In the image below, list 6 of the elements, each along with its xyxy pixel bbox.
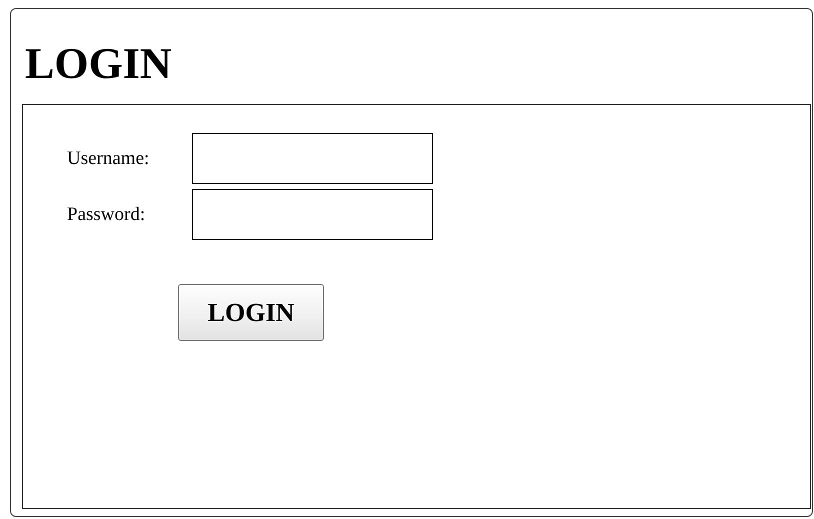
input-field[interactable] bbox=[192, 133, 433, 184]
login-button[interactable]: LOGIN bbox=[178, 284, 324, 341]
field-label: Password: bbox=[67, 204, 146, 226]
field-label: Username: bbox=[67, 148, 150, 170]
input-field[interactable] bbox=[192, 189, 433, 240]
page-title: LOGIN bbox=[25, 38, 173, 90]
